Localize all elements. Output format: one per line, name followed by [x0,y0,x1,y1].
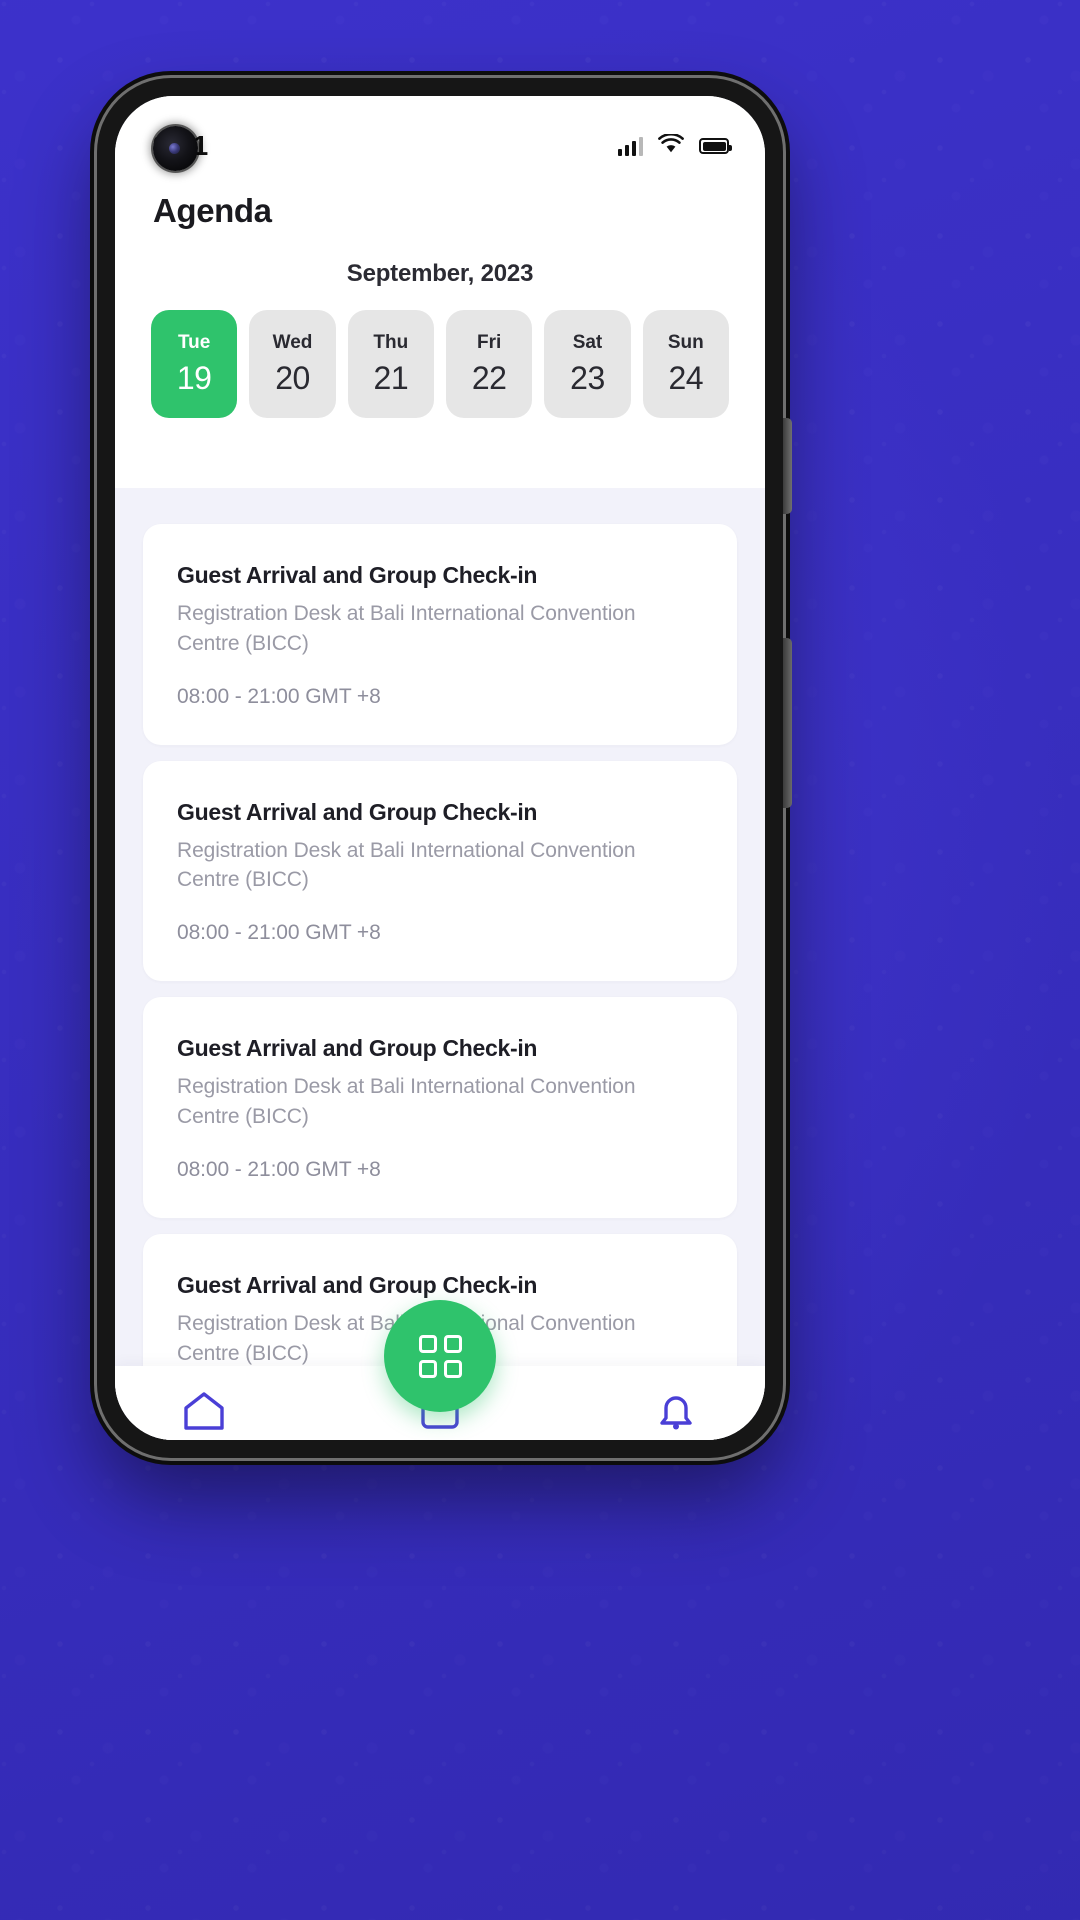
event-title: Guest Arrival and Group Check-in [177,1035,538,1062]
status-bar-icons [617,132,732,159]
notification-bell-icon [654,1388,698,1432]
day-chip-number: 24 [668,359,704,396]
month-label: September, 2023 [346,260,534,287]
day-chip-sun-24[interactable]: Sun 24 [642,310,729,418]
event-title: Guest Arrival and Group Check-in [177,562,538,588]
day-chip-sat-23[interactable]: Sat 23 [544,310,631,418]
header-section: 9:41 Agenda September, [115,96,765,488]
day-chip-tue-19[interactable]: Tue 19 [151,310,238,418]
day-chip-name: Tue [177,331,211,353]
phone-screen: 9:41 Agenda September, [115,96,765,1440]
day-chip-number: 22 [471,359,507,396]
volume-button[interactable] [783,638,792,808]
event-card[interactable]: Guest Arrival and Group Check-in Registr… [143,997,737,1218]
page-title: Agenda [153,192,272,229]
day-chip-name: Fri [477,331,502,353]
event-time: 08:00 - 21:00 GMT +8 [177,1157,381,1181]
event-title: Guest Arrival and Group Check-in [177,1271,538,1298]
grid-apps-icon [418,1334,462,1378]
battery-full-icon [699,138,732,154]
event-card[interactable]: Guest Arrival and Group Check-in Registr… [143,760,737,982]
event-location: Registration Desk at Bali International … [177,1075,636,1129]
event-time: 08:00 - 21:00 GMT +8 [177,921,381,945]
event-card[interactable]: Guest Arrival and Group Check-in Registr… [143,524,737,745]
home-icon [181,1388,227,1432]
day-chip-wed-20[interactable]: Wed 20 [249,310,336,418]
day-chip-fri-22[interactable]: Fri 22 [445,310,533,418]
day-chip-number: 19 [176,359,212,396]
front-camera-punch-hole-icon [153,126,198,171]
power-button[interactable] [783,418,792,514]
day-chip-name: Sun [667,331,704,353]
event-time: 08:00 - 21:00 GMT +8 [177,684,381,708]
agenda-event-list[interactable]: Guest Arrival and Group Check-in Registr… [115,488,765,1440]
nav-item-home[interactable] [177,1388,231,1440]
status-bar: 9:41 [115,118,765,174]
day-chip-thu-21[interactable]: Thu 21 [347,310,434,418]
phone-device-frame: 9:41 Agenda September, [97,78,792,1458]
grid-apps-fab-button[interactable] [384,1300,496,1412]
day-selector-strip[interactable]: Tue 19 Wed 20 Thu 21 Fri 22 Sat 23 Sun 2… [115,288,765,418]
day-chip-number: 21 [373,359,409,396]
day-chip-number: 23 [570,359,605,396]
day-chip-name: Thu [373,331,409,353]
event-location: Registration Desk at Bali International … [177,602,636,655]
wifi-icon [658,132,684,159]
cellular-signal-icon [617,136,643,156]
event-location: Registration Desk at Bali International … [177,838,636,892]
event-title: Guest Arrival and Group Check-in [177,798,538,825]
day-chip-name: Wed [272,331,313,353]
day-chip-name: Sat [572,331,603,353]
day-chip-number: 20 [275,359,310,396]
nav-item-notifications[interactable] [649,1388,703,1440]
